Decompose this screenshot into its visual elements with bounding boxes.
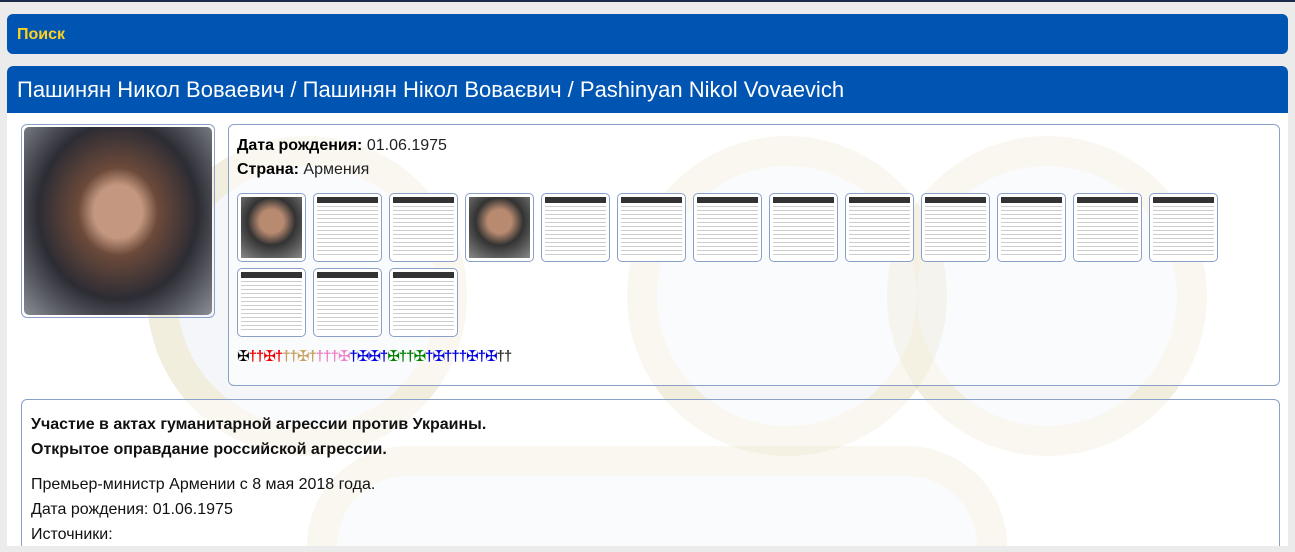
search-link[interactable]: Поиск [7,14,1288,54]
cross-icon[interactable]: † [478,348,486,365]
country-label: Страна: [237,161,299,178]
cross-icon[interactable]: ✠ [432,348,445,365]
birth-value: 01.06.1975 [366,137,447,154]
thumbnail[interactable] [1149,193,1218,262]
cross-icon[interactable]: † [330,348,338,365]
thumbnail[interactable] [845,193,914,262]
cross-icon[interactable]: ✠ [466,348,479,365]
cross-icon[interactable]: ✠ [297,348,310,365]
description: Участие в актах гуманитарной агрессии пр… [21,399,1280,546]
cross-icon[interactable]: ✠ [237,348,250,365]
thumbnail[interactable] [237,193,306,262]
description-line: Премьер-министр Армении с 8 мая 2018 год… [31,476,376,493]
thumbnail[interactable] [769,193,838,262]
cross-icon[interactable]: † [451,348,459,365]
thumbnail[interactable] [617,193,686,262]
cross-icon[interactable]: † [249,348,257,365]
person-panel: Пашинян Никол Воваевич / Пашинян Нікол В… [7,66,1288,546]
description-heading: Участие в актах гуманитарной агрессии пр… [31,416,487,433]
cross-icon[interactable]: ✠ [387,348,400,365]
cross-icon[interactable]: † [308,348,316,365]
thumbnail-gallery [237,193,1227,337]
cross-icon[interactable]: ✠ [368,348,381,365]
person-photo[interactable] [21,124,215,318]
thumbnail[interactable] [997,193,1066,262]
cross-icon[interactable]: † [459,348,467,365]
cross-icon[interactable]: ✠ [357,348,370,365]
cross-icon[interactable]: † [349,348,357,365]
thumbnail[interactable] [313,268,382,337]
thumbnail[interactable] [1073,193,1142,262]
info-box: Дата рождения: 01.06.1975 Страна: Армени… [228,124,1280,386]
cross-icon[interactable]: ✠ [414,348,427,365]
cross-markers: ✠††✠†††✠††††✠†✠✠†✠††✠†✠†††✠†✠†† [237,347,1271,365]
thumbnail[interactable] [921,193,990,262]
page-title: Пашинян Никол Воваевич / Пашинян Нікол В… [7,66,1288,113]
search-label: Поиск [17,26,66,43]
sources-label: Источники: [31,526,113,543]
cross-icon[interactable]: ✠ [263,348,276,365]
cross-icon[interactable]: † [282,348,290,365]
description-line: Дата рождения: 01.06.1975 [31,501,233,518]
birth-label: Дата рождения: [237,137,363,154]
cross-icon[interactable]: † [290,348,298,365]
thumbnail[interactable] [389,193,458,262]
cross-icon[interactable]: † [504,348,512,365]
cross-icon[interactable]: ✠ [338,348,351,365]
thumbnail[interactable] [313,193,382,262]
cross-icon[interactable]: † [406,348,414,365]
cross-icon[interactable]: † [497,348,505,365]
country-value: Армения [303,161,370,178]
thumbnail[interactable] [465,193,534,262]
thumbnail[interactable] [693,193,762,262]
thumbnail[interactable] [237,268,306,337]
description-heading: Открытое оправдание российской агрессии. [31,441,387,458]
thumbnail[interactable] [541,193,610,262]
cross-icon[interactable]: ✠ [485,348,498,365]
thumbnail[interactable] [389,268,458,337]
